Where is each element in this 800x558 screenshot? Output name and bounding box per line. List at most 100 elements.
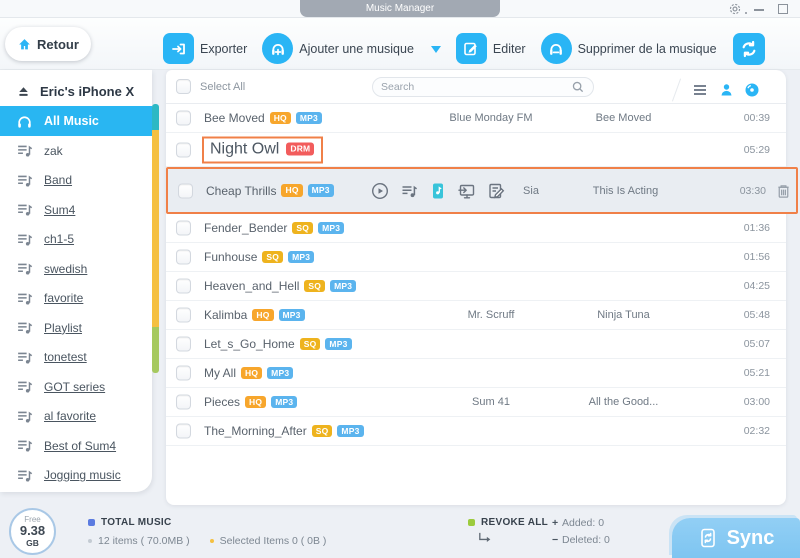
table-row[interactable]: Bee Moved HQ MP3 Blue Monday FM Bee Move… bbox=[166, 104, 786, 133]
row-checkbox[interactable] bbox=[176, 142, 191, 157]
song-title-wrap: Funhouse SQ MP3 bbox=[204, 250, 314, 264]
song-title-wrap: Night Owl DRM bbox=[202, 136, 323, 163]
row-checkbox[interactable] bbox=[176, 395, 191, 410]
sidebar-scrollbar[interactable] bbox=[152, 104, 159, 373]
device-name: Eric's iPhone X bbox=[40, 84, 134, 99]
song-title-wrap: Cheap Thrills HQ MP3 bbox=[206, 184, 334, 198]
song-artist: Mr. Scruff bbox=[416, 309, 566, 321]
row-checkbox[interactable] bbox=[176, 221, 191, 236]
search-input[interactable] bbox=[381, 81, 571, 93]
sidebar-item-tonetest[interactable]: tonetest bbox=[0, 343, 152, 373]
gear-dot bbox=[745, 12, 747, 14]
table-row[interactable]: Heaven_and_Hell SQ MP3 04:25 bbox=[166, 272, 786, 301]
row-checkbox[interactable] bbox=[176, 424, 191, 439]
sidebar-item-al-favorite[interactable]: al favorite bbox=[0, 402, 152, 432]
delete-icon[interactable] bbox=[775, 182, 792, 199]
sidebar-item-jogging-music[interactable]: Jogging music bbox=[0, 461, 152, 491]
sidebar-item-label: ch1-5 bbox=[44, 232, 74, 246]
sidebar-item-ch1-5[interactable]: ch1-5 bbox=[0, 225, 152, 255]
edit-button[interactable]: Editer bbox=[456, 33, 526, 64]
back-button[interactable]: Retour bbox=[5, 27, 91, 61]
to-device-icon[interactable] bbox=[429, 182, 447, 200]
row-checkbox[interactable] bbox=[176, 308, 191, 323]
sidebar-item-band[interactable]: Band bbox=[0, 166, 152, 196]
headphones-minus-icon bbox=[541, 33, 572, 64]
table-row[interactable]: Cheap Thrills HQ MP3 Sia This Is Acting … bbox=[166, 167, 798, 214]
list-view-icon[interactable] bbox=[692, 82, 708, 98]
row-checkbox[interactable] bbox=[176, 279, 191, 294]
table-row[interactable]: Night Owl DRM 05:29 bbox=[166, 133, 786, 167]
revoke-dot bbox=[468, 519, 475, 526]
table-row[interactable]: Let_s_Go_Home SQ MP3 05:07 bbox=[166, 330, 786, 359]
add-to-playlist-icon[interactable] bbox=[400, 182, 418, 200]
sync-button[interactable]: Sync bbox=[672, 518, 800, 558]
sidebar-item-favorite[interactable]: favorite bbox=[0, 284, 152, 314]
song-duration: 04:25 bbox=[744, 280, 770, 292]
song-album: Ninja Tuna bbox=[551, 309, 696, 321]
remove-music-button[interactable]: Supprimer de la musique bbox=[541, 33, 717, 64]
add-music-button[interactable]: Ajouter une musique bbox=[262, 33, 414, 64]
revoke-arrow-icon[interactable] bbox=[477, 532, 492, 544]
add-music-label: Ajouter une musique bbox=[299, 42, 414, 56]
select-all-checkbox[interactable] bbox=[176, 79, 191, 94]
sidebar-item-swedish[interactable]: swedish bbox=[0, 254, 152, 284]
add-music-dropdown-icon[interactable] bbox=[431, 46, 441, 58]
quality-badge: HQ bbox=[252, 309, 273, 322]
sidebar-item-best-of-sum4[interactable]: Best of Sum4 bbox=[0, 431, 152, 461]
row-actions bbox=[371, 182, 505, 200]
eject-icon[interactable] bbox=[16, 84, 31, 99]
row-checkbox[interactable] bbox=[178, 183, 193, 198]
table-row[interactable]: Fender_Bender SQ MP3 01:36 bbox=[166, 214, 786, 243]
playlist-icon bbox=[16, 142, 33, 159]
added-plus-icon: + bbox=[552, 517, 562, 529]
export-button[interactable]: Exporter bbox=[163, 33, 247, 64]
revoke-all-label[interactable]: REVOKE ALL bbox=[481, 517, 548, 528]
sidebar-item-label: Playlist bbox=[44, 321, 82, 335]
table-row[interactable]: Kalimba HQ MP3 Mr. Scruff Ninja Tuna 05:… bbox=[166, 301, 786, 330]
table-row[interactable]: My All HQ MP3 05:21 bbox=[166, 359, 786, 388]
quality-badge: SQ bbox=[312, 425, 333, 438]
scrollbar-segment-green bbox=[152, 327, 159, 373]
format-badge: MP3 bbox=[337, 425, 363, 438]
song-duration: 03:00 bbox=[744, 396, 770, 408]
sidebar-item-label: swedish bbox=[44, 262, 87, 276]
export-to-pc-icon[interactable] bbox=[458, 182, 476, 200]
quality-badge: HQ bbox=[245, 396, 266, 409]
headphones-icon bbox=[16, 113, 33, 130]
sidebar-item-label: Best of Sum4 bbox=[44, 439, 116, 453]
sync-phone-icon bbox=[698, 528, 718, 548]
playlist-icon bbox=[16, 378, 33, 395]
quality-badge: HQ bbox=[281, 184, 302, 197]
table-row[interactable]: Pieces HQ MP3 Sum 41 All the Good... 03:… bbox=[166, 388, 786, 417]
sidebar-item-label: All Music bbox=[44, 114, 99, 128]
maximize-icon[interactable] bbox=[778, 4, 788, 14]
play-icon[interactable] bbox=[371, 182, 389, 200]
song-title: Bee Moved bbox=[204, 111, 265, 125]
sidebar-item-zak[interactable]: zak bbox=[0, 136, 152, 166]
gear-icon[interactable] bbox=[728, 2, 742, 16]
sidebar-item-label: Jogging music bbox=[44, 468, 121, 482]
sidebar-item-sum4[interactable]: Sum4 bbox=[0, 195, 152, 225]
sidebar-item-all-music[interactable]: All Music bbox=[0, 106, 152, 136]
table-row[interactable]: The_Morning_After SQ MP3 02:32 bbox=[166, 417, 786, 446]
row-checkbox[interactable] bbox=[176, 366, 191, 381]
row-checkbox[interactable] bbox=[176, 337, 191, 352]
format-badge: MP3 bbox=[318, 222, 344, 235]
refresh-button[interactable] bbox=[733, 33, 765, 65]
song-title: Let_s_Go_Home bbox=[204, 337, 295, 351]
search-icon[interactable] bbox=[571, 80, 585, 94]
row-checkbox[interactable] bbox=[176, 111, 191, 126]
titlebar: Music Manager bbox=[0, 0, 800, 18]
minimize-icon[interactable] bbox=[754, 9, 764, 11]
artist-view-icon[interactable] bbox=[718, 82, 734, 98]
row-checkbox[interactable] bbox=[176, 250, 191, 265]
edit-song-icon[interactable] bbox=[487, 182, 505, 200]
sidebar-item-playlist[interactable]: Playlist bbox=[0, 313, 152, 343]
sidebar-item-got-series[interactable]: GOT series bbox=[0, 372, 152, 402]
album-view-icon[interactable] bbox=[744, 82, 760, 98]
song-album: All the Good... bbox=[551, 396, 696, 408]
format-badge: MP3 bbox=[296, 112, 322, 125]
table-row[interactable]: Funhouse SQ MP3 01:56 bbox=[166, 243, 786, 272]
song-artist: Blue Monday FM bbox=[416, 112, 566, 124]
back-label: Retour bbox=[37, 37, 79, 52]
